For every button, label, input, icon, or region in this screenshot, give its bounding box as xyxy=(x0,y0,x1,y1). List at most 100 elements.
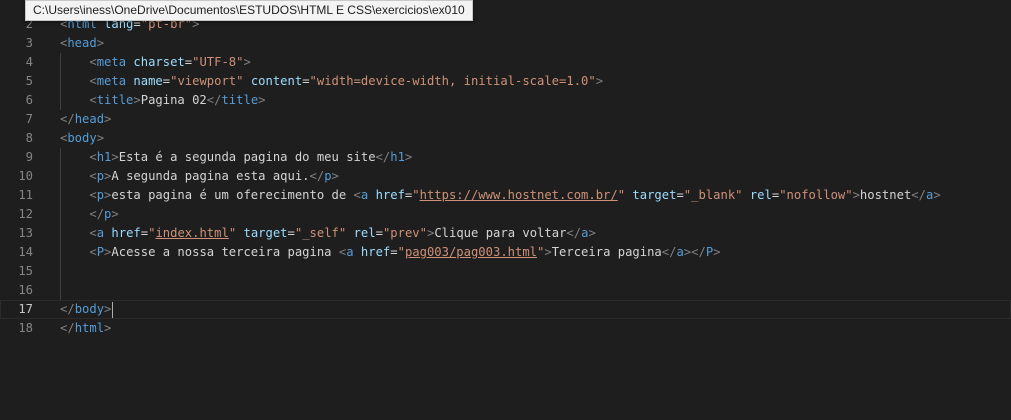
code-token: > xyxy=(104,321,112,335)
code-text[interactable]: <body> xyxy=(60,129,104,148)
code-token: </ xyxy=(566,226,582,240)
code-text[interactable]: <p>esta pagina é um oferecimento de <a h… xyxy=(60,186,940,205)
code-token: > xyxy=(104,302,112,316)
line-number: 3 xyxy=(25,36,33,50)
code-text[interactable]: </p> xyxy=(60,205,119,224)
code-token: > xyxy=(111,207,119,221)
code-text[interactable]: <p>A segunda pagina esta aqui.</p> xyxy=(60,167,339,186)
code-token: </ xyxy=(206,93,222,107)
code-line[interactable]: 16 xyxy=(0,281,1011,300)
code-token: body xyxy=(67,131,97,145)
code-token: < xyxy=(89,150,97,164)
code-line[interactable]: 10 <p>A segunda pagina esta aqui.</p> xyxy=(0,167,1011,186)
code-line[interactable]: 14 <P>Acesse a nossa terceira pagina <a … xyxy=(0,243,1011,262)
line-number: 6 xyxy=(25,93,33,107)
folder-path-tooltip: C:\Users\iness\OneDrive\Documentos\ESTUD… xyxy=(25,0,473,21)
code-line[interactable]: 5 <meta name="viewport" content="width=d… xyxy=(0,72,1011,91)
code-token: pag003/pag003.html xyxy=(404,245,538,259)
code-line[interactable]: 8 <body> xyxy=(0,129,1011,148)
code-token: > xyxy=(104,112,112,126)
code-line[interactable]: 11 <p>esta pagina é um oferecimento de <… xyxy=(0,186,1011,205)
code-token: Clique para voltar xyxy=(434,226,567,240)
code-text[interactable] xyxy=(60,281,89,300)
code-token: > xyxy=(852,188,860,202)
code-text[interactable]: </body> xyxy=(60,300,114,319)
code-token: = xyxy=(287,226,295,240)
code-token: > xyxy=(595,74,604,88)
code-token: title xyxy=(96,93,134,107)
code-token: </ xyxy=(309,169,325,183)
code-token: "viewport" xyxy=(170,74,244,88)
code-token: "_self" xyxy=(294,226,347,240)
code-token: Pagina 02 xyxy=(140,93,207,107)
code-token: < xyxy=(89,188,97,202)
line-number: 13 xyxy=(18,226,33,240)
code-text[interactable]: <h1>Esta é a segunda pagina do meu site<… xyxy=(60,148,412,167)
code-token: > xyxy=(96,36,105,50)
line-number: 18 xyxy=(18,321,33,335)
code-text[interactable]: </head> xyxy=(60,110,111,129)
code-token: html xyxy=(74,321,105,335)
code-token: </ xyxy=(60,112,75,126)
code-token: " xyxy=(412,188,420,202)
code-text[interactable]: <meta name="viewport" content="width=dev… xyxy=(60,72,603,91)
code-token: </ xyxy=(911,188,926,202)
code-token: > xyxy=(96,131,105,145)
code-token: "width=device-width, initial-scale=1.0" xyxy=(309,74,596,88)
code-token: href xyxy=(111,226,141,240)
code-token: < xyxy=(89,226,97,240)
code-token: meta xyxy=(96,74,127,88)
code-token: "prev" xyxy=(382,226,427,240)
code-token: > xyxy=(243,55,251,69)
code-line[interactable]: 7 </head> xyxy=(0,110,1011,129)
code-token: rel xyxy=(353,226,376,240)
code-token: > xyxy=(404,150,413,164)
code-token: body xyxy=(74,302,105,316)
code-token: > xyxy=(133,93,141,107)
code-line[interactable]: 18 </html> xyxy=(0,319,1011,338)
code-token: < xyxy=(89,55,97,69)
code-line[interactable]: 9 <h1>Esta é a segunda pagina do meu sit… xyxy=(0,148,1011,167)
code-token: > xyxy=(258,93,266,107)
editor-lines[interactable]: 2 <html lang="pt-br"> 3 <head> 4 <meta chars… xyxy=(0,15,1011,338)
code-token: > xyxy=(588,226,596,240)
line-number: 15 xyxy=(18,264,33,278)
code-text[interactable]: <meta charset="UTF-8"> xyxy=(60,53,251,72)
code-text[interactable]: <title>Pagina 02</title> xyxy=(60,91,266,110)
code-line[interactable]: 15 xyxy=(0,262,1011,281)
code-line[interactable]: 6 <title>Pagina 02</title> xyxy=(0,91,1011,110)
code-token: rel xyxy=(749,188,772,202)
code-token: "_blank" xyxy=(683,188,743,202)
code-token: head xyxy=(74,112,105,126)
code-token: h1 xyxy=(390,150,405,164)
code-token: name xyxy=(133,74,163,88)
code-line[interactable]: 17 </body> xyxy=(0,300,1011,319)
code-line[interactable]: 3 <head> xyxy=(0,34,1011,53)
code-token: > xyxy=(111,150,119,164)
code-token: Esta é a segunda pagina do meu site xyxy=(118,150,376,164)
code-token: < xyxy=(89,169,97,183)
code-text[interactable]: <head> xyxy=(60,34,104,53)
code-token: charset xyxy=(133,55,185,69)
code-text[interactable]: </html> xyxy=(60,319,111,338)
code-line[interactable]: 4 <meta charset="UTF-8"> xyxy=(0,53,1011,72)
code-line[interactable]: 13 <a href="index.html" target="_self" r… xyxy=(0,224,1011,243)
code-token: " xyxy=(397,245,405,259)
code-token: </ xyxy=(661,245,677,259)
line-number: 9 xyxy=(25,150,33,164)
code-text[interactable]: <a href="index.html" target="_self" rel=… xyxy=(60,224,596,243)
code-token: href xyxy=(360,245,391,259)
code-editor[interactable]: C:\Users\iness\OneDrive\Documentos\ESTUD… xyxy=(0,0,1011,420)
code-line[interactable]: 12 </p> xyxy=(0,205,1011,224)
code-token: p xyxy=(96,169,105,183)
code-token: > xyxy=(544,245,552,259)
code-text[interactable] xyxy=(60,262,89,281)
code-token: href xyxy=(375,188,405,202)
line-number: 8 xyxy=(25,131,33,145)
line-number: 4 xyxy=(25,55,33,69)
code-token: Terceira pagina xyxy=(551,245,662,259)
code-token: p xyxy=(96,188,105,202)
code-text[interactable]: <P>Acesse a nossa terceira pagina <a hre… xyxy=(60,243,720,262)
